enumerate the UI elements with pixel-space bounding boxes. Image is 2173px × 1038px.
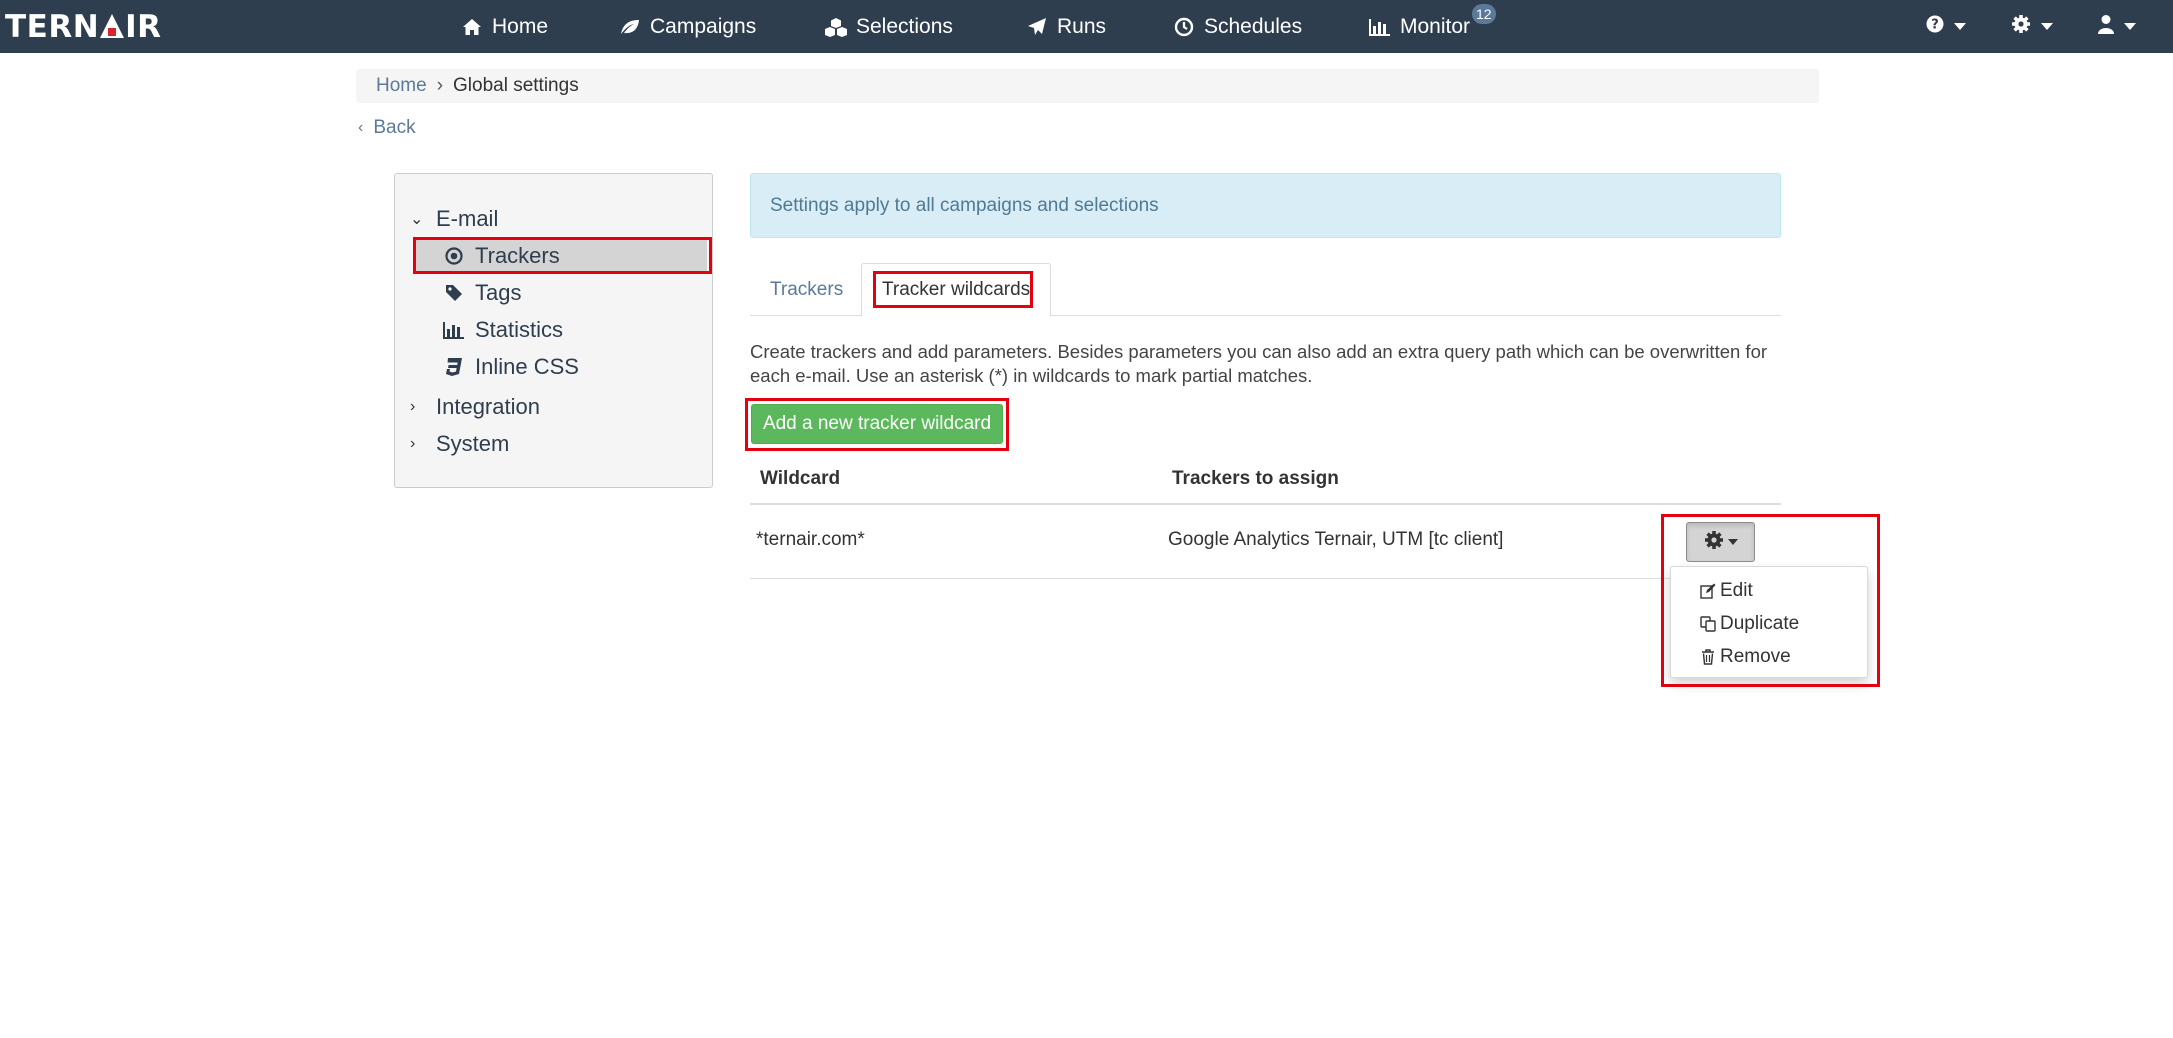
- menu-item-duplicate[interactable]: Duplicate: [1699, 610, 1799, 638]
- nav-runs-label: Runs: [1057, 14, 1107, 38]
- home-icon: [460, 15, 484, 39]
- sidebar-group-label: Integration: [436, 394, 540, 419]
- chevron-down-icon: [1727, 539, 1738, 545]
- tab-bar: Trackers Tracker wildcards: [750, 263, 1781, 317]
- nav-monitor-label: Monitor: [1400, 14, 1471, 38]
- sidebar-item-trackers[interactable]: Trackers: [413, 239, 707, 273]
- nav-campaigns-label: Campaigns: [650, 14, 757, 38]
- copy-icon: [1699, 615, 1717, 633]
- nav-schedules[interactable]: Schedules: [1172, 0, 1302, 53]
- cell-wildcard: *ternair.com*: [756, 529, 865, 550]
- description-line: each e-mail. Use an asterisk (*) in wild…: [750, 365, 1313, 386]
- sidebar-group-email[interactable]: ⌄ E-mail: [410, 206, 498, 232]
- settings-menu[interactable]: [2011, 0, 2053, 53]
- dot-circle-icon: [443, 245, 465, 267]
- clock-icon: [1172, 15, 1196, 39]
- ternair-logo[interactable]: TERN IR: [5, 8, 162, 45]
- css3-icon: [443, 356, 465, 378]
- monitor-count-badge: 12: [1472, 4, 1496, 24]
- sidebar-item-statistics[interactable]: Statistics: [413, 313, 707, 347]
- table-header-divider: [750, 503, 1781, 505]
- nav-home[interactable]: Home: [460, 0, 548, 53]
- menu-item-label: Duplicate: [1720, 613, 1800, 634]
- chevron-down-icon: [1954, 23, 1966, 30]
- logo-text-start: TERN: [5, 8, 100, 45]
- nav-selections-label: Selections: [856, 14, 953, 38]
- chevron-down-icon: ⌄: [410, 211, 424, 228]
- breadcrumb-home-link[interactable]: Home: [376, 75, 427, 97]
- nav-selections[interactable]: Selections: [824, 0, 953, 53]
- gear-icon: [2011, 14, 2031, 40]
- description-text: Create trackers and add parameters. Besi…: [750, 340, 1781, 388]
- breadcrumb: Home › Global settings: [356, 69, 1819, 103]
- nav-monitor[interactable]: Monitor: [1368, 0, 1470, 53]
- table-row-divider: [750, 578, 1781, 579]
- paper-plane-icon: [1025, 15, 1049, 39]
- cubes-icon: [824, 15, 848, 39]
- sidebar-group-system[interactable]: › System: [410, 431, 509, 457]
- row-actions-button[interactable]: [1686, 522, 1755, 562]
- chevron-down-icon: [2041, 23, 2053, 30]
- logo-text-end: IR: [125, 8, 162, 45]
- chevron-right-icon: ›: [436, 75, 444, 96]
- bar-chart-icon: [443, 319, 465, 341]
- tab-tracker-wildcards[interactable]: Tracker wildcards: [861, 263, 1052, 317]
- sidebar-item-label: Tags: [475, 280, 522, 305]
- tab-trackers[interactable]: Trackers: [750, 263, 863, 316]
- help-menu[interactable]: ?: [1926, 0, 1966, 53]
- logo-triangle-icon: [100, 13, 125, 38]
- breadcrumb-current: Global settings: [453, 75, 579, 96]
- sidebar-item-tags[interactable]: Tags: [413, 276, 707, 310]
- description-line: Create trackers and add parameters. Besi…: [750, 341, 1768, 362]
- back-label: Back: [373, 117, 416, 138]
- menu-item-remove[interactable]: Remove: [1699, 643, 1791, 671]
- sidebar-group-label: E-mail: [436, 206, 499, 231]
- bar-chart-icon: [1368, 15, 1392, 39]
- sidebar-item-label: Trackers: [475, 243, 560, 268]
- sidebar-group-label: System: [436, 431, 510, 456]
- row-actions-menu: Edit Duplicate Remove: [1670, 566, 1868, 678]
- sidebar-item-inline-css[interactable]: Inline CSS: [413, 350, 707, 384]
- chevron-down-icon: [2124, 23, 2136, 30]
- chevron-right-icon: ›: [410, 435, 416, 452]
- back-link[interactable]: ‹ Back: [358, 117, 416, 139]
- sidebar-group-integration[interactable]: › Integration: [410, 394, 540, 420]
- cell-trackers: Google Analytics Ternair, UTM [tc client…: [1168, 529, 1504, 550]
- chevron-right-icon: ›: [410, 398, 416, 415]
- settings-sidebar: ⌄ E-mail Trackers Tags Statistics Inline…: [394, 173, 713, 488]
- menu-item-edit[interactable]: Edit: [1699, 577, 1753, 605]
- trash-icon: [1699, 648, 1717, 666]
- chevron-left-icon: ‹: [358, 119, 364, 136]
- sidebar-item-label: Statistics: [475, 317, 564, 342]
- nav-schedules-label: Schedules: [1204, 14, 1303, 38]
- top-navbar: TERN IR Home Campaigns Selections Runs Sc…: [0, 0, 2173, 53]
- info-alert: Settings apply to all campaigns and sele…: [750, 173, 1781, 238]
- nav-campaigns[interactable]: Campaigns: [618, 0, 756, 53]
- edit-icon: [1699, 582, 1717, 600]
- menu-item-label: Edit: [1720, 580, 1753, 601]
- user-icon: [2098, 14, 2114, 40]
- help-icon: ?: [1926, 15, 1944, 39]
- add-tracker-wildcard-button[interactable]: Add a new tracker wildcard: [751, 404, 1003, 444]
- nav-runs[interactable]: Runs: [1025, 0, 1106, 53]
- nav-home-label: Home: [492, 14, 549, 38]
- user-menu[interactable]: [2098, 0, 2136, 53]
- column-header-wildcard: Wildcard: [760, 468, 841, 489]
- sidebar-item-label: Inline CSS: [475, 354, 579, 379]
- menu-item-label: Remove: [1720, 646, 1791, 667]
- svg-text:?: ?: [1931, 17, 1939, 32]
- tag-icon: [443, 282, 465, 304]
- gear-icon: [1704, 530, 1724, 555]
- leaf-icon: [618, 15, 642, 39]
- column-header-trackers: Trackers to assign: [1172, 468, 1339, 489]
